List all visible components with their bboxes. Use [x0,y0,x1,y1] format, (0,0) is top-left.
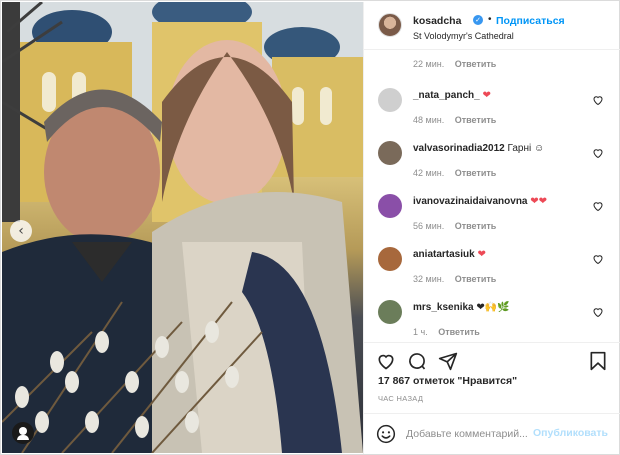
comment-username[interactable]: _nata_panch_ [413,90,480,101]
comment-text: mrs_ksenika ❤🙌🌿 [413,302,510,313]
heart-icon[interactable] [592,253,604,265]
post-photo[interactable]: ‹ [2,2,363,453]
comment-time: 1 ч. [413,327,428,337]
tag-user-icon[interactable] [12,422,34,444]
emoji-icon[interactable] [376,424,396,444]
comment-body: ❤ [482,90,491,101]
comment-time: 32 мин. [413,274,445,284]
author-avatar[interactable] [378,13,402,37]
reply-button[interactable]: Ответить [455,274,497,284]
list-item: ivanovazinaidaivanovna ❤❤ 56 мин. Ответи… [364,194,620,246]
photo-illustration [2,2,363,453]
avatar[interactable] [378,88,402,112]
heart-icon[interactable] [592,147,604,159]
likes-count[interactable]: 17 867 отметок "Нравится" [378,375,517,387]
add-comment-bar: Опубликовать [364,413,620,454]
post-actions [364,342,620,378]
reply-button[interactable]: Ответить [455,168,497,178]
heart-icon[interactable] [376,351,396,371]
heart-icon[interactable] [592,94,604,106]
post-modal: ‹ kosadcha ✓ • Подписаться St Volodymyr'… [0,0,620,455]
comment-text: ivanovazinaidaivanovna ❤❤ [413,196,547,207]
post-side-panel: kosadcha ✓ • Подписаться St Volodymyr's … [363,2,620,454]
reply-button[interactable]: Ответить [455,115,497,125]
comment-meta-top: 22 мин. Ответить [413,59,496,69]
verified-badge-icon: ✓ [473,15,483,25]
header-separator: • [488,14,492,25]
comment-input[interactable] [406,426,532,442]
post-timestamp: ЧАС НАЗАД [378,394,424,403]
post-location[interactable]: St Volodymyr's Cathedral [413,31,514,41]
comment-time: 42 мин. [413,168,445,178]
bookmark-icon[interactable] [588,351,608,371]
avatar[interactable] [378,194,402,218]
comment-meta: 56 мин. Ответить [413,221,496,231]
heart-icon[interactable] [592,200,604,212]
comment-meta: 32 мин. Ответить [413,274,496,284]
comment-time: 48 мин. [413,115,445,125]
reply-button[interactable]: Ответить [455,59,497,69]
reply-button[interactable]: Ответить [438,327,480,337]
comment-body: Гарні ☺ [507,143,545,154]
comment-meta: 1 ч. Ответить [413,327,480,337]
avatar[interactable] [378,247,402,271]
comment-icon[interactable] [407,351,427,371]
post-header: kosadcha ✓ • Подписаться St Volodymyr's … [364,2,620,50]
avatar[interactable] [378,300,402,324]
comment-body: ❤🙌🌿 [476,302,510,313]
carousel-prev-icon[interactable]: ‹ [10,220,32,242]
comment-time: 22 мин. [413,59,445,69]
comment-username[interactable]: aniatartasiuk [413,249,475,260]
share-icon[interactable] [438,351,458,371]
comment-text: valvasorinadia2012 Гарні ☺ [413,143,544,154]
author-username[interactable]: kosadcha [413,15,461,27]
comment-body: ❤ [477,249,486,260]
list-item: _nata_panch_ ❤ 48 мин. Ответить [364,88,620,140]
heart-icon[interactable] [592,306,604,318]
comment-username[interactable]: valvasorinadia2012 [413,143,505,154]
comment-username[interactable]: mrs_ksenika [413,302,474,313]
comment-time: 56 мин. [413,221,445,231]
comment-meta: 42 мин. Ответить [413,168,496,178]
comment-text: _nata_panch_ ❤ [413,90,491,101]
avatar[interactable] [378,141,402,165]
publish-button[interactable]: Опубликовать [533,427,608,439]
comments-list[interactable]: 22 мин. Ответить _nata_panch_ ❤ 48 мин. … [364,50,620,342]
comment-body: ❤❤ [530,196,548,207]
list-item: valvasorinadia2012 Гарні ☺ 42 мин. Ответ… [364,141,620,193]
reply-button[interactable]: Ответить [455,221,497,231]
comment-username[interactable]: ivanovazinaidaivanovna [413,196,528,207]
follow-button[interactable]: Подписаться [496,15,565,27]
comment-meta: 48 мин. Ответить [413,115,496,125]
list-item: aniatartasiuk ❤ 32 мин. Ответить [364,247,620,299]
comment-text: aniatartasiuk ❤ [413,249,486,260]
list-item: mrs_ksenika ❤🙌🌿 1 ч. Ответить [364,300,620,342]
